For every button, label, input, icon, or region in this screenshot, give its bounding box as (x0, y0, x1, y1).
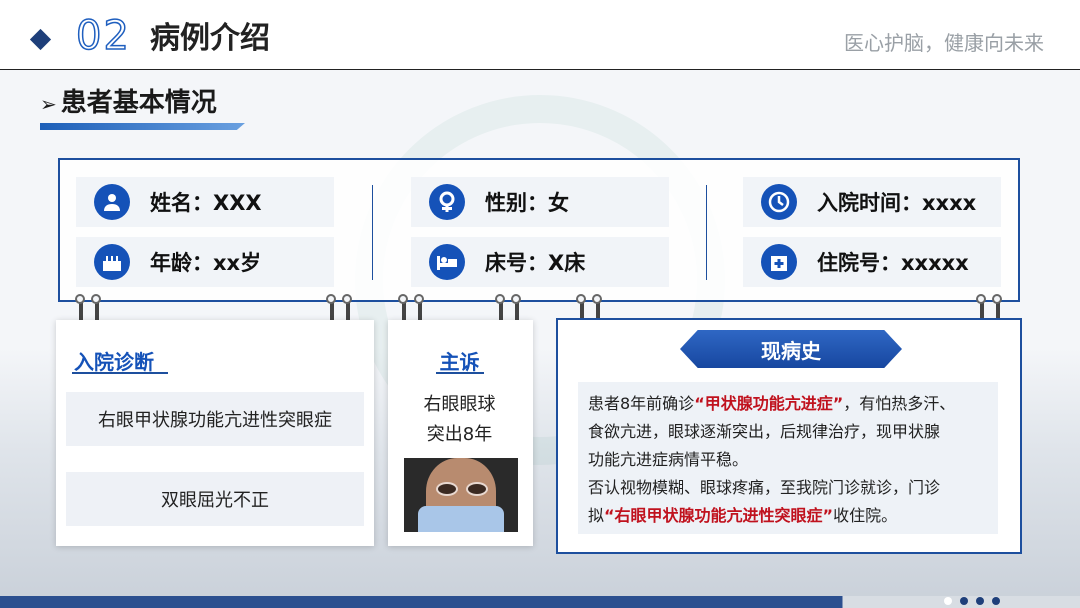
subheading: ➢ 患者基本情况 (40, 90, 217, 116)
history-line: 否认视物模糊、眼球疼痛，至我院门诊就诊，门诊 (588, 478, 941, 497)
column-divider (372, 185, 373, 280)
history-title-banner: 现病史 (680, 330, 902, 368)
info-name-label: 姓名：XXX (150, 191, 262, 215)
slide-header: 02 病例介绍 医心护脑，健康向未来 (0, 0, 1080, 70)
footer-bar (0, 596, 1080, 608)
history-text-span: ，有怕热多汗、 (843, 394, 956, 413)
history-highlight: “右眼甲状腺功能亢进性突眼症” (604, 506, 834, 525)
chief-complaint-card: 主诉 右眼眼球 突出8年 (388, 320, 533, 546)
hospital-icon (761, 244, 797, 280)
info-age: 年龄：xx岁 (76, 237, 334, 287)
info-gender-label: 性别：女 (485, 191, 569, 215)
diagnosis-item: 右眼甲状腺功能亢进性突眼症 (66, 392, 364, 446)
history-text: 患者8年前确诊“甲状腺功能亢进症”，有怕热多汗、 食欲亢进，眼球逐渐突出，后规律… (578, 382, 998, 534)
chief-complaint-line: 右眼眼球 (423, 394, 496, 415)
info-name: 姓名：XXX (76, 177, 334, 227)
diagnosis-title: 入院诊断 (74, 350, 154, 374)
info-admission-no: 住院号：xxxxx (743, 237, 1001, 287)
page-dot (992, 597, 1000, 605)
birthday-cake-icon (94, 244, 130, 280)
page-dot (960, 597, 968, 605)
history-text-span: 拟 (588, 506, 605, 525)
diagnosis-title-underline (72, 372, 168, 374)
history-title: 现病史 (761, 338, 821, 363)
history-highlight: “甲状腺功能亢进症” (694, 394, 844, 413)
clock-icon (761, 184, 797, 220)
diamond-bullet-icon (29, 28, 52, 51)
user-icon (94, 184, 130, 220)
bed-icon (429, 244, 465, 280)
history-line: 患者8年前确诊“甲状腺功能亢进症”，有怕热多汗、 (588, 390, 998, 418)
arrow-icon: ➢ (40, 92, 57, 116)
info-bed: 床号：X床 (411, 237, 669, 287)
chief-complaint-title: 主诉 (439, 350, 480, 374)
female-icon (429, 184, 465, 220)
info-age-label: 年龄：xx岁 (150, 251, 262, 275)
info-admission-no-label: 住院号：xxxxx (817, 251, 969, 275)
history-text-span: 收住院。 (833, 506, 898, 525)
slogan: 医心护脑，健康向未来 (844, 31, 1044, 55)
page-dot (976, 597, 984, 605)
section-number: 02 (75, 13, 131, 59)
section-title: 病例介绍 (150, 21, 270, 56)
history-line: 拟“右眼甲状腺功能亢进性突眼症”收住院。 (588, 502, 998, 530)
info-bed-label: 床号：X床 (485, 251, 586, 275)
diagnosis-card: 入院诊断 右眼甲状腺功能亢进性突眼症 双眼屈光不正 (56, 320, 374, 546)
page-dot (944, 597, 952, 605)
subheading-text: 患者基本情况 (60, 88, 217, 118)
info-admission-time: 入院时间：xxxx (743, 177, 1001, 227)
history-text-span: 患者8年前确诊 (588, 394, 695, 413)
chief-complaint-line: 突出8年 (426, 424, 493, 445)
patient-photo (404, 458, 518, 532)
column-divider (706, 185, 707, 280)
subheading-underline (40, 123, 245, 130)
info-admission-time-label: 入院时间：xxxx (817, 191, 977, 215)
info-gender: 性别：女 (411, 177, 669, 227)
diagnosis-item: 双眼屈光不正 (66, 472, 364, 526)
history-line: 功能亢进症病情平稳。 (588, 450, 749, 469)
chief-complaint-underline (436, 372, 484, 374)
header-divider (0, 69, 1080, 70)
history-line: 食欲亢进，眼球逐渐突出，后规律治疗，现甲状腺 (588, 422, 941, 441)
